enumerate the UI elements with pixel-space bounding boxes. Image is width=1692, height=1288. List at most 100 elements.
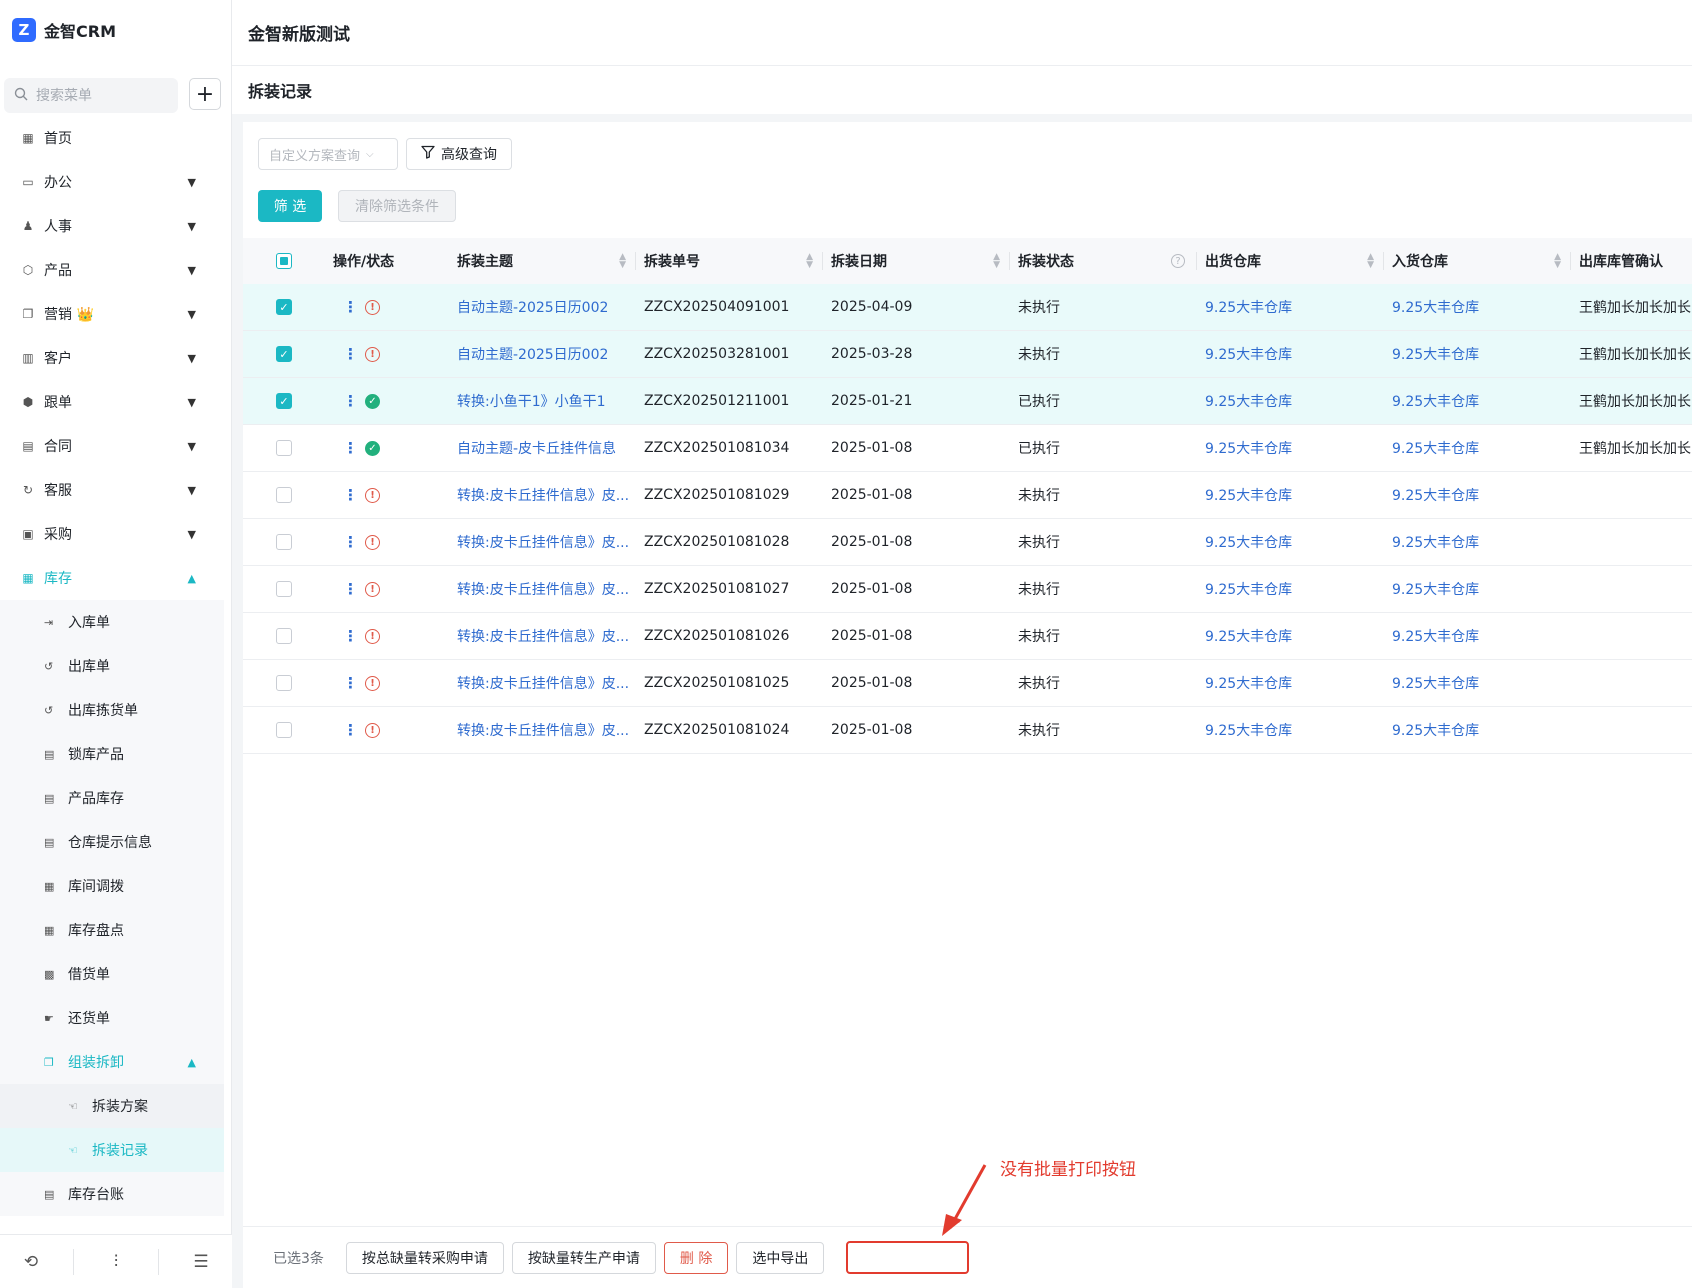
- out-warehouse-link[interactable]: 9.25大丰仓库: [1205, 579, 1292, 599]
- subject-link[interactable]: 转换:皮卡丘挂件信息》皮...: [457, 673, 629, 693]
- scheme-select[interactable]: 自定义方案查询 ⌵: [258, 138, 398, 170]
- table-row[interactable]: ⋮! 转换:皮卡丘挂件信息》皮... ZZCX202501081026 2025-01…: [243, 613, 1692, 660]
- menu-item-warehouse[interactable]: ▦ 库存 ▲: [0, 556, 224, 600]
- in-warehouse-link[interactable]: 9.25大丰仓库: [1392, 391, 1479, 411]
- subject-link[interactable]: 转换:皮卡丘挂件信息》皮...: [457, 485, 629, 505]
- in-warehouse-link[interactable]: 9.25大丰仓库: [1392, 438, 1479, 458]
- out-warehouse-link[interactable]: 9.25大丰仓库: [1205, 673, 1292, 693]
- menu-item-customer[interactable]: ▥ 客户 ▼: [0, 336, 224, 380]
- menu-item-marketing[interactable]: ❐ 营销 👑 ▼: [0, 292, 224, 336]
- add-button[interactable]: +: [189, 78, 221, 110]
- menu-search[interactable]: [4, 78, 178, 113]
- column-header-out-warehouse[interactable]: 出货仓库 ▲ ▼: [1197, 238, 1384, 284]
- clear-filter-button[interactable]: 清除筛选条件: [338, 190, 456, 222]
- delete-button[interactable]: 删 除: [663, 1241, 729, 1274]
- out-warehouse-link[interactable]: 9.25大丰仓库: [1205, 532, 1292, 552]
- submenu-item-assembly[interactable]: ❐ 组装拆卸 ▲: [0, 1040, 224, 1084]
- subject-link[interactable]: 自动主题-皮卡丘挂件信息: [457, 438, 616, 458]
- subject-link[interactable]: 自动主题-2025日历002: [457, 297, 608, 317]
- app-logo[interactable]: Z 金智CRM: [12, 18, 116, 42]
- subject-link[interactable]: 自动主题-2025日历002: [457, 344, 608, 364]
- submenu-item-ledger[interactable]: ▤ 库存台账: [0, 1172, 224, 1216]
- submenu-item[interactable]: ▤ 产品库存: [0, 776, 224, 820]
- row-checkbox[interactable]: [276, 628, 292, 644]
- select-all-checkbox[interactable]: [276, 253, 292, 269]
- in-warehouse-link[interactable]: 9.25大丰仓库: [1392, 720, 1479, 740]
- more-actions-icon[interactable]: ⋮: [343, 486, 358, 504]
- row-checkbox[interactable]: [276, 440, 292, 456]
- menu-item-follow[interactable]: ⬢ 跟单 ▼: [0, 380, 224, 424]
- in-warehouse-link[interactable]: 9.25大丰仓库: [1392, 532, 1479, 552]
- in-warehouse-link[interactable]: 9.25大丰仓库: [1392, 673, 1479, 693]
- submenu-item-assembly-plan[interactable]: ☜ 拆装方案: [0, 1084, 224, 1128]
- more-actions-icon[interactable]: ⋮: [343, 580, 358, 598]
- filter-button[interactable]: 筛 选: [258, 190, 322, 222]
- subject-link[interactable]: 转换:小鱼干1》小鱼干1: [457, 391, 606, 411]
- more-actions-icon[interactable]: ⋮: [343, 627, 358, 645]
- submenu-item[interactable]: ▩ 借货单: [0, 952, 224, 996]
- subject-link[interactable]: 转换:皮卡丘挂件信息》皮...: [457, 532, 629, 552]
- in-warehouse-link[interactable]: 9.25大丰仓库: [1392, 485, 1479, 505]
- submenu-item[interactable]: ↺ 出库拣货单: [0, 688, 224, 732]
- out-warehouse-link[interactable]: 9.25大丰仓库: [1205, 391, 1292, 411]
- row-checkbox[interactable]: ✓: [276, 299, 292, 315]
- menu-item-product[interactable]: ⬡ 产品 ▼: [0, 248, 224, 292]
- sort-icon[interactable]: ▲ ▼: [1554, 253, 1561, 270]
- out-warehouse-link[interactable]: 9.25大丰仓库: [1205, 720, 1292, 740]
- column-header-number[interactable]: 拆装单号 ▲ ▼: [636, 238, 823, 284]
- submenu-item[interactable]: ☛ 还货单: [0, 996, 224, 1040]
- history-icon[interactable]: ⟲: [11, 1252, 51, 1272]
- row-checkbox[interactable]: [276, 534, 292, 550]
- in-warehouse-link[interactable]: 9.25大丰仓库: [1392, 297, 1479, 317]
- out-warehouse-link[interactable]: 9.25大丰仓库: [1205, 485, 1292, 505]
- to-purchase-request-button[interactable]: 按总缺量转采购申请: [345, 1241, 504, 1274]
- submenu-item[interactable]: ⇥ 入库单: [0, 600, 224, 644]
- row-checkbox[interactable]: [276, 722, 292, 738]
- table-row[interactable]: ✓ ⋮! 自动主题-2025日历002 ZZCX202503281001 2025-03…: [243, 331, 1692, 378]
- row-checkbox[interactable]: ✓: [276, 346, 292, 362]
- more-actions-icon[interactable]: ⋮: [343, 439, 358, 457]
- row-checkbox[interactable]: [276, 581, 292, 597]
- table-row[interactable]: ✓ ⋮ ✓ 转换:小鱼干1》小鱼干1 ZZCX202501211001 2025-01-2…: [243, 378, 1692, 425]
- column-header-date[interactable]: 拆装日期 ▲ ▼: [823, 238, 1010, 284]
- column-header-in-warehouse[interactable]: 入货仓库 ▲ ▼: [1384, 238, 1571, 284]
- more-actions-icon[interactable]: ⋮: [343, 345, 358, 363]
- more-actions-icon[interactable]: ⋮: [343, 392, 358, 410]
- more-actions-icon[interactable]: ⋮: [343, 674, 358, 692]
- menu-item-purchase[interactable]: ▣ 采购 ▼: [0, 512, 224, 556]
- help-icon[interactable]: ?: [1171, 254, 1185, 268]
- subject-link[interactable]: 转换:皮卡丘挂件信息》皮...: [457, 626, 629, 646]
- settings-sliders-icon[interactable]: ⫶: [96, 1252, 136, 1272]
- search-input[interactable]: [34, 86, 164, 105]
- menu-item-contract[interactable]: ▤ 合同 ▼: [0, 424, 224, 468]
- table-row[interactable]: ⋮! 转换:皮卡丘挂件信息》皮... ZZCX202501081024 2025-01…: [243, 707, 1692, 754]
- in-warehouse-link[interactable]: 9.25大丰仓库: [1392, 344, 1479, 364]
- to-production-request-button[interactable]: 按缺量转生产申请: [511, 1241, 656, 1274]
- out-warehouse-link[interactable]: 9.25大丰仓库: [1205, 438, 1292, 458]
- submenu-item[interactable]: ▤ 仓库提示信息: [0, 820, 224, 864]
- submenu-item[interactable]: ▤ 锁库产品: [0, 732, 224, 776]
- export-selected-button[interactable]: 选中导出: [736, 1241, 825, 1274]
- sort-icon[interactable]: ▲ ▼: [806, 253, 813, 270]
- table-row[interactable]: ⋮! 转换:皮卡丘挂件信息》皮... ZZCX202501081028 2025-01…: [243, 519, 1692, 566]
- more-actions-icon[interactable]: ⋮: [343, 721, 358, 739]
- menu-item-office[interactable]: ▭ 办公 ▼: [0, 160, 224, 204]
- table-row[interactable]: ⋮! 转换:皮卡丘挂件信息》皮... ZZCX202501081025 2025-01…: [243, 660, 1692, 707]
- advanced-query-button[interactable]: 高级查询: [406, 138, 512, 170]
- sort-icon[interactable]: ▲ ▼: [993, 253, 1000, 270]
- in-warehouse-link[interactable]: 9.25大丰仓库: [1392, 626, 1479, 646]
- out-warehouse-link[interactable]: 9.25大丰仓库: [1205, 297, 1292, 317]
- row-checkbox[interactable]: ✓: [276, 393, 292, 409]
- out-warehouse-link[interactable]: 9.25大丰仓库: [1205, 344, 1292, 364]
- row-checkbox[interactable]: [276, 487, 292, 503]
- sort-icon[interactable]: ▲ ▼: [619, 253, 626, 270]
- subject-link[interactable]: 转换:皮卡丘挂件信息》皮...: [457, 720, 629, 740]
- submenu-item[interactable]: ↺ 出库单: [0, 644, 224, 688]
- subject-link[interactable]: 转换:皮卡丘挂件信息》皮...: [457, 579, 629, 599]
- menu-item-service[interactable]: ↻ 客服 ▼: [0, 468, 224, 512]
- table-row[interactable]: ⋮! 转换:皮卡丘挂件信息》皮... ZZCX202501081027 2025-01…: [243, 566, 1692, 613]
- table-row[interactable]: ⋮ ✓ 自动主题-皮卡丘挂件信息 ZZCX202501081034 2025-01-08…: [243, 425, 1692, 472]
- submenu-item[interactable]: ▦ 库间调拨: [0, 864, 224, 908]
- submenu-item-assembly-record[interactable]: ☜ 拆装记录: [0, 1128, 224, 1172]
- more-actions-icon[interactable]: ⋮: [343, 298, 358, 316]
